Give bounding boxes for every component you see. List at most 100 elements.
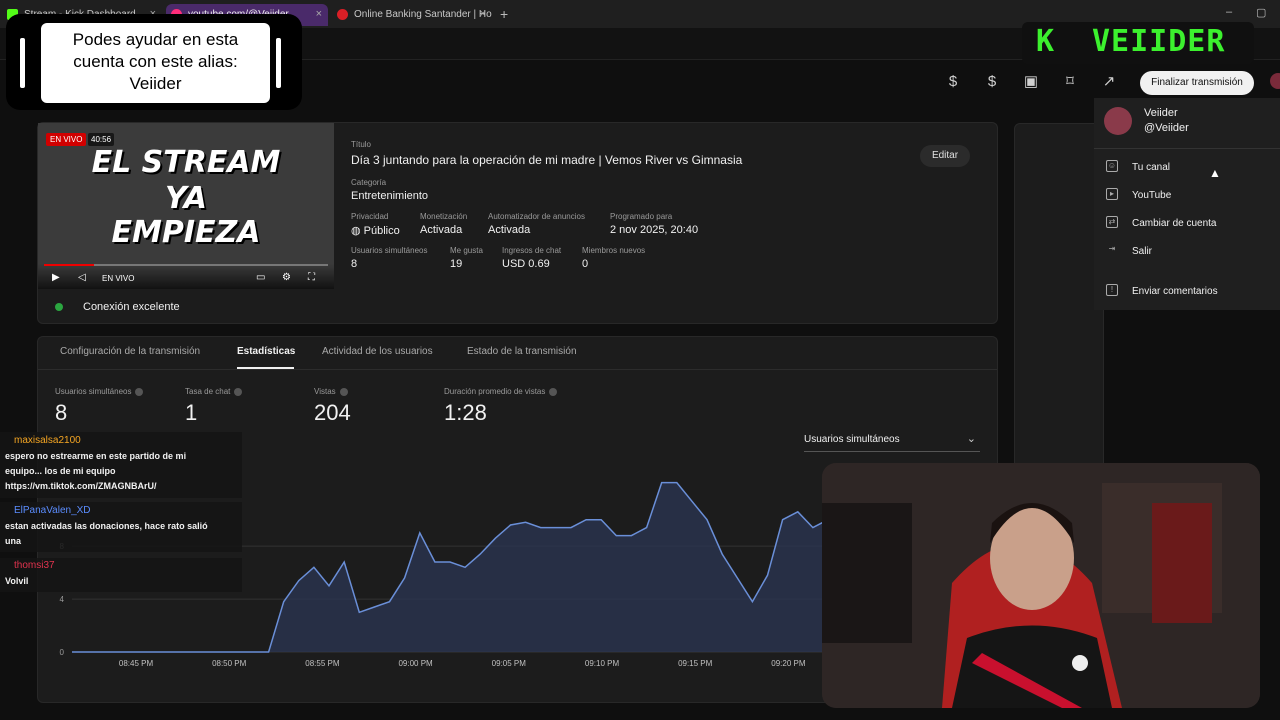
active-tab-indicator [237, 367, 294, 369]
thumb-text-1: EL STREAM [91, 145, 281, 180]
chat-username: ElPanaValen_XD [14, 505, 91, 516]
connection-status: Conexión excelente [83, 301, 180, 313]
alias-line-1: Podes ayudar en esta [72, 30, 239, 49]
monetization-value: Activada [420, 224, 463, 236]
stat-value-avg-duration: 1:28 [444, 400, 487, 425]
connection-status-icon [55, 303, 63, 311]
privacy-value: ◍ Público [351, 224, 400, 237]
bookmark-icon[interactable]: ⌑ [1061, 73, 1079, 91]
category-label: Categoría [351, 178, 387, 187]
likes-label: Me gusta [450, 246, 483, 255]
chat-revenue-value: USD 0.69 [502, 258, 550, 270]
thumb-text-3: EMPIEZA [111, 215, 261, 250]
stat-label-text: Vistas [314, 387, 336, 396]
concurrent-value: 8 [351, 258, 358, 270]
divider [38, 369, 997, 370]
kick-logo-icon: K [1036, 24, 1055, 59]
y-tick-label: 4 [60, 595, 65, 604]
alias-line-2: cuenta con este alias: [73, 52, 238, 71]
progress-fill [44, 264, 94, 266]
privacy-text: Público [363, 225, 400, 237]
chat-username: maxisalsa2100 [14, 435, 81, 446]
menu-avatar [1104, 107, 1132, 135]
person-icon: ☺ [1106, 160, 1118, 172]
ad-automator-value: Activada [488, 224, 531, 236]
settings-icon[interactable]: ⚙ [282, 272, 291, 283]
metric-select[interactable]: Usuarios simultáneos ⌄ [804, 430, 980, 452]
help-icon[interactable] [135, 387, 144, 396]
captions-icon[interactable]: ▭ [256, 272, 265, 283]
menu-item-sign-out[interactable]: ⇥ Salir [1104, 244, 1153, 257]
stat-label-views: Vistas [314, 387, 348, 396]
webcam-image [822, 463, 1260, 708]
avatar[interactable] [1270, 73, 1280, 89]
menu-item-label: Salir [1132, 246, 1153, 257]
stat-value-chat-rate: 1 [185, 400, 198, 425]
help-icon[interactable] [234, 387, 243, 396]
menu-item-switch-account[interactable]: ⇄ Cambiar de cuenta [1104, 216, 1217, 229]
alias-line-3: Veiider [129, 74, 182, 93]
ad-automator-label: Automatizador de anuncios [488, 212, 585, 221]
tab-stream-health[interactable]: Estado de la transmisión [467, 346, 577, 357]
thumb-text-2: YA [164, 181, 208, 216]
stat-value-views: 204 [314, 400, 351, 425]
new-tab-button[interactable]: + [500, 6, 508, 22]
x-tick-label: 08:55 PM [305, 659, 340, 668]
stat-label-avg-duration: Duración promedio de vistas [444, 387, 558, 396]
mute-icon[interactable]: ◁ [78, 272, 86, 283]
monetize-icon[interactable]: $ [944, 73, 962, 91]
menu-item-feedback[interactable]: ! Enviar comentarios [1104, 284, 1218, 297]
chat-text: estan activadas las donaciones, hace rat… [5, 519, 208, 549]
close-icon[interactable]: × [316, 8, 322, 20]
chat-line: espero no estrearme en este partido de m… [5, 451, 187, 461]
menu-item-label: Tu canal [1132, 162, 1170, 173]
switch-account-icon: ⇄ [1106, 216, 1118, 228]
menu-item-your-channel[interactable]: ☺ Tu canal [1104, 160, 1170, 173]
play-icon[interactable]: ▶ [52, 272, 60, 283]
clapper-icon[interactable]: ▣ [1022, 73, 1040, 91]
privacy-label: Privacidad [351, 212, 389, 221]
share-icon[interactable]: ↗ [1100, 73, 1118, 91]
stat-value-concurrent: 8 [55, 400, 68, 425]
alias-text-box: Podes ayudar en esta cuenta con este ali… [41, 23, 270, 103]
stat-label-text: Tasa de chat [185, 387, 231, 396]
browser-tab-santander[interactable]: Online Banking Santander | Ho × [332, 4, 492, 26]
close-icon[interactable]: × [480, 8, 486, 20]
x-tick-label: 09:20 PM [771, 659, 806, 668]
tab-user-activity[interactable]: Actividad de los usuarios [322, 346, 433, 357]
chat-line: https://vm.tiktok.com/ZMAGNBArU/ [5, 481, 157, 491]
monetization-label: Monetización [420, 212, 468, 221]
account-handle: @Veiider [1144, 122, 1189, 134]
divider [1094, 148, 1280, 149]
edit-button[interactable]: Editar [920, 145, 970, 167]
menu-item-label: Enviar comentarios [1132, 286, 1218, 297]
x-tick-label: 09:15 PM [678, 659, 713, 668]
sign-out-icon: ⇥ [1108, 244, 1116, 253]
y-tick-label: 0 [60, 648, 65, 657]
maximize-icon[interactable]: ▢ [1256, 6, 1266, 19]
stat-label-text: Duración promedio de vistas [444, 387, 546, 396]
tab-stream-settings[interactable]: Configuración de la transmisión [60, 346, 200, 357]
help-icon[interactable] [549, 387, 558, 396]
stat-label-chat-rate: Tasa de chat [185, 387, 243, 396]
fullscreen-icon[interactable]: ⛶ [308, 272, 315, 283]
metric-select-value: Usuarios simultáneos [804, 434, 900, 445]
menu-item-youtube[interactable]: ▸ YouTube [1104, 188, 1171, 201]
minimize-icon[interactable]: – [1226, 6, 1232, 18]
chat-line: Volvil [5, 576, 29, 586]
x-tick-label: 08:45 PM [119, 659, 154, 668]
finish-stream-button[interactable]: Finalizar transmisión [1140, 71, 1254, 95]
chat-revenue-label: Ingresos de chat [502, 246, 562, 255]
likes-value: 19 [450, 258, 463, 270]
menu-item-label: Cambiar de cuenta [1132, 218, 1217, 229]
channel-logo-text: VEIIDER [1092, 24, 1226, 59]
chevron-down-icon: ⌄ [966, 433, 976, 445]
account-name: Veiider [1144, 107, 1178, 119]
chat-text: Volvil [5, 574, 28, 589]
tab-statistics[interactable]: Estadísticas [237, 346, 295, 357]
help-icon[interactable] [339, 387, 348, 396]
category-value: Entretenimiento [351, 190, 429, 202]
dollar-icon[interactable]: $ [983, 73, 1001, 91]
stat-label-concurrent: Usuarios simultáneos [55, 387, 144, 396]
stream-title: Día 3 juntando para la operación de mi m… [351, 153, 743, 167]
